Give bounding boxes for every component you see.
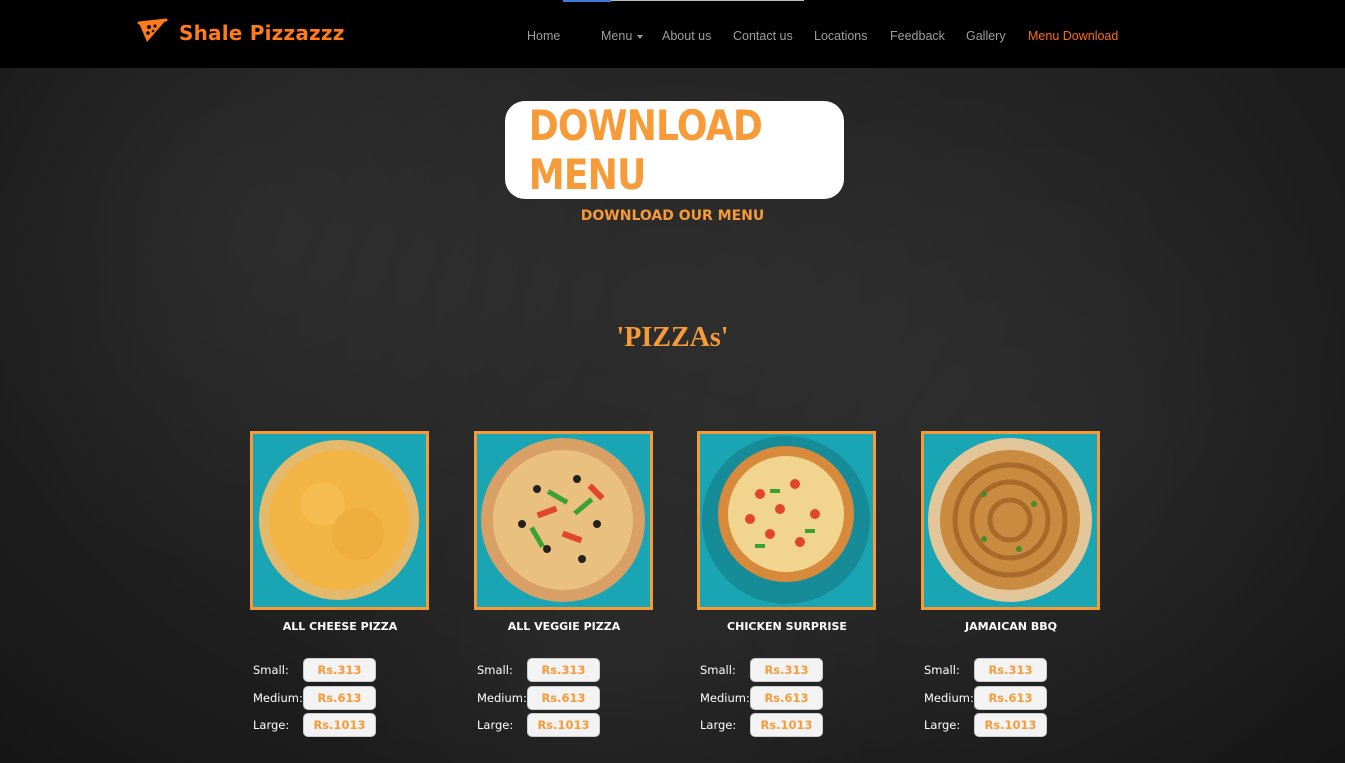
pizza-name: ALL CHEESE PIZZA	[282, 620, 398, 633]
pizza-name: JAMAICAN BBQ	[965, 620, 1057, 633]
price-button[interactable]: Rs.313	[974, 658, 1047, 682]
caret-down-icon	[637, 34, 644, 39]
price-button[interactable]: Rs.1013	[303, 713, 376, 737]
price-row-medium: Medium: Rs.613	[700, 686, 880, 710]
nav-feedback[interactable]: Feedback	[890, 29, 945, 43]
pizza-image-chicken-surprise	[697, 431, 876, 610]
price-button[interactable]: Rs.313	[750, 658, 823, 682]
price-row-large: Large: Rs.1013	[924, 713, 1104, 737]
price-row-small: Small: Rs.313	[477, 658, 657, 682]
price-button[interactable]: Rs.613	[527, 686, 600, 710]
price-button[interactable]: Rs.313	[303, 658, 376, 682]
pizza-image-all-cheese	[250, 431, 429, 610]
price-button[interactable]: Rs.313	[527, 658, 600, 682]
price-row-small: Small: Rs.313	[700, 658, 880, 682]
download-menu-button[interactable]: DOWNLOAD MENU	[505, 101, 844, 199]
size-label: Large:	[700, 718, 737, 732]
size-label: Medium:	[700, 691, 750, 705]
price-button[interactable]: Rs.1013	[750, 713, 823, 737]
pizza-card: ALL CHEESE PIZZA	[250, 431, 430, 633]
pizza-name: ALL VEGGIE PIZZA	[507, 620, 621, 633]
size-label: Medium:	[924, 691, 974, 705]
price-button[interactable]: Rs.1013	[527, 713, 600, 737]
size-label: Small:	[477, 663, 513, 677]
price-row-small: Small: Rs.313	[924, 658, 1104, 682]
size-label: Large:	[477, 718, 514, 732]
size-label: Medium:	[253, 691, 303, 705]
pizza-name: CHICKEN SURPRISE	[727, 620, 847, 633]
nav-about-us[interactable]: About us	[662, 29, 711, 43]
size-label: Small:	[253, 663, 289, 677]
price-button[interactable]: Rs.613	[750, 686, 823, 710]
pizza-image-jamaican-bbq	[921, 431, 1100, 610]
nav-menu-dropdown[interactable]: Menu	[601, 29, 644, 43]
nav-menu-download[interactable]: Menu Download	[1028, 29, 1118, 43]
navbar: Shale Pizzazzz Home Menu About us Contac…	[0, 0, 1345, 68]
nav-home[interactable]: Home	[527, 29, 560, 43]
price-row-small: Small: Rs.313	[253, 658, 433, 682]
price-button[interactable]: Rs.613	[974, 686, 1047, 710]
pizza-card: JAMAICAN BBQ	[921, 431, 1101, 633]
price-row-medium: Medium: Rs.613	[924, 686, 1104, 710]
main-nav: Home Menu About us Contact us Locations …	[0, 0, 1345, 68]
size-label: Large:	[253, 718, 290, 732]
nav-locations[interactable]: Locations	[814, 29, 868, 43]
section-title: 'PIZZAs'	[616, 322, 729, 353]
size-label: Large:	[924, 718, 961, 732]
price-button[interactable]: Rs.613	[303, 686, 376, 710]
price-row-large: Large: Rs.1013	[700, 713, 880, 737]
price-row-medium: Medium: Rs.613	[253, 686, 433, 710]
pizza-card: CHICKEN SURPRISE	[697, 431, 877, 633]
price-row-large: Large: Rs.1013	[477, 713, 657, 737]
download-our-menu-link[interactable]: DOWNLOAD OUR MENU	[0, 208, 1345, 224]
pizza-image-all-veggie	[474, 431, 653, 610]
size-label: Medium:	[477, 691, 527, 705]
price-row-large: Large: Rs.1013	[253, 713, 433, 737]
price-button[interactable]: Rs.1013	[974, 713, 1047, 737]
size-label: Small:	[700, 663, 736, 677]
nav-contact-us[interactable]: Contact us	[733, 29, 793, 43]
price-row-medium: Medium: Rs.613	[477, 686, 657, 710]
nav-menu-label: Menu	[601, 29, 633, 43]
size-label: Small:	[924, 663, 960, 677]
nav-gallery[interactable]: Gallery	[966, 29, 1006, 43]
download-menu-label: DOWNLOAD MENU	[528, 101, 763, 199]
pizza-card: ALL VEGGIE PIZZA	[474, 431, 654, 633]
